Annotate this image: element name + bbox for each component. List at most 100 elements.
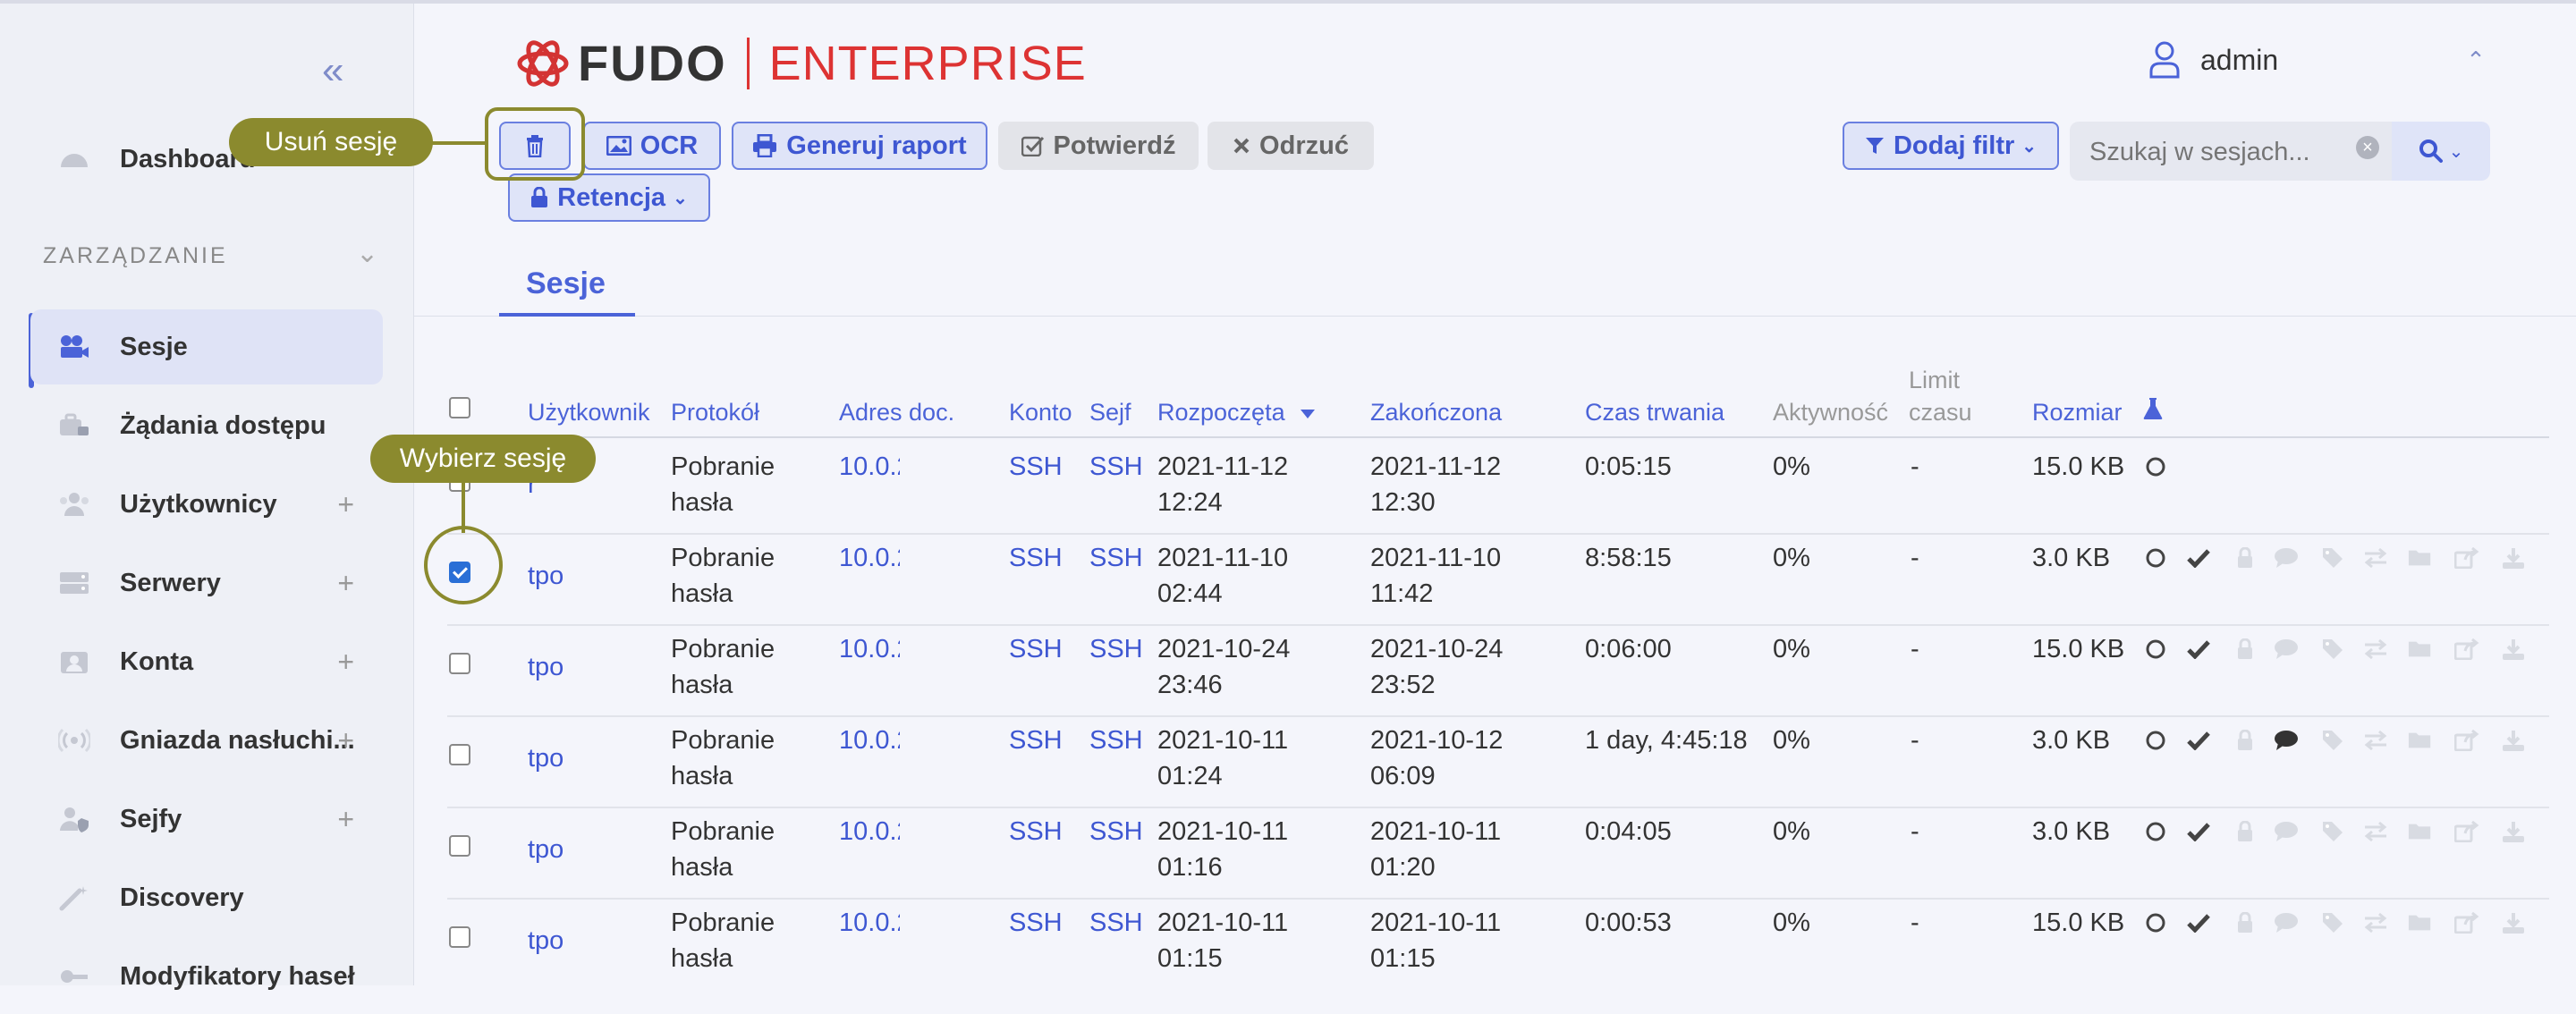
download-icon[interactable] — [2501, 819, 2526, 844]
row-user[interactable]: tpo — [528, 649, 564, 685]
sidebar-item-sessions[interactable]: Sesje — [30, 309, 383, 384]
exchange-icon[interactable] — [2363, 910, 2388, 935]
column-started[interactable]: Rozpoczęta — [1157, 399, 1316, 427]
check-icon[interactable] — [2186, 910, 2211, 935]
ocr-button[interactable]: OCR — [583, 122, 721, 170]
tag-icon[interactable] — [2320, 637, 2345, 662]
check-icon[interactable] — [2186, 728, 2211, 753]
row-account[interactable]: SSH — [1009, 631, 1063, 667]
tag-icon[interactable] — [2320, 728, 2345, 753]
comment-icon[interactable] — [2274, 819, 2299, 844]
exchange-icon[interactable] — [2363, 545, 2388, 570]
add-safe-button[interactable]: + — [337, 803, 354, 836]
column-ended[interactable]: Zakończona — [1370, 399, 1502, 427]
row-address[interactable]: 10.0.2 — [839, 905, 900, 941]
clear-search-icon[interactable]: × — [2356, 136, 2379, 159]
sidebar-item-accounts[interactable]: Konta + — [30, 624, 383, 699]
add-account-button[interactable]: + — [337, 646, 354, 679]
row-safe[interactable]: SSH — [1089, 540, 1143, 576]
row-account[interactable]: SSH — [1009, 540, 1063, 576]
row-address[interactable]: 10.0.2 — [839, 631, 900, 667]
row-user[interactable]: tpo — [528, 832, 564, 867]
lock-icon[interactable] — [2233, 728, 2258, 753]
column-address[interactable]: Adres doc. — [839, 399, 954, 427]
row-select-checkbox[interactable] — [449, 744, 470, 765]
tag-icon[interactable] — [2320, 819, 2345, 844]
row-address[interactable]: 10.0.2 — [839, 722, 900, 758]
share-icon[interactable] — [2454, 819, 2479, 844]
lock-icon[interactable] — [2233, 545, 2258, 570]
row-safe[interactable]: SSH — [1089, 814, 1143, 849]
tab-sessions[interactable]: Sesje — [526, 266, 606, 301]
download-icon[interactable] — [2501, 545, 2526, 570]
row-safe[interactable]: SSH — [1089, 905, 1143, 941]
user-menu[interactable]: admin ⌃ — [2148, 41, 2486, 79]
row-address[interactable]: 10.0.2 — [839, 449, 900, 485]
column-account[interactable]: Konto — [1009, 399, 1072, 427]
column-user[interactable]: Użytkownik — [528, 399, 650, 427]
comment-icon[interactable] — [2274, 637, 2299, 662]
add-filter-button[interactable]: Dodaj filtr ⌄ — [1843, 122, 2059, 170]
reject-button[interactable]: Odrzuć — [1208, 122, 1374, 170]
row-user[interactable]: tpo — [528, 923, 564, 959]
row-safe[interactable]: SSH — [1089, 722, 1143, 758]
sidebar-item-safes[interactable]: Sejfy + — [30, 782, 383, 857]
column-protocol[interactable]: Protokół — [671, 399, 759, 427]
lock-icon[interactable] — [2233, 637, 2258, 662]
sidebar-item-servers[interactable]: Serwery + — [30, 545, 383, 621]
collapse-sidebar-icon[interactable]: « — [322, 48, 343, 93]
folder-icon[interactable] — [2408, 910, 2433, 935]
row-account[interactable]: SSH — [1009, 449, 1063, 485]
confirm-button[interactable]: Potwierdź — [998, 122, 1199, 170]
download-icon[interactable] — [2501, 910, 2526, 935]
row-user[interactable]: tpo — [528, 740, 564, 776]
tag-icon[interactable] — [2320, 910, 2345, 935]
folder-icon[interactable] — [2408, 819, 2433, 844]
column-duration[interactable]: Czas trwania — [1585, 399, 1724, 427]
comment-icon[interactable] — [2274, 545, 2299, 570]
select-all-checkbox[interactable] — [449, 397, 470, 418]
share-icon[interactable] — [2454, 545, 2479, 570]
generate-report-button[interactable]: Generuj raport — [732, 122, 987, 170]
row-account[interactable]: SSH — [1009, 814, 1063, 849]
sidebar-item-access-requests[interactable]: Żądania dostępu — [30, 388, 383, 463]
share-icon[interactable] — [2454, 728, 2479, 753]
exchange-icon[interactable] — [2363, 637, 2388, 662]
sidebar-item-password-changers[interactable]: Modyfikatory haseł — [30, 939, 383, 1014]
row-account[interactable]: SSH — [1009, 905, 1063, 941]
row-address[interactable]: 10.0.2 — [839, 814, 900, 849]
lock-icon[interactable] — [2233, 819, 2258, 844]
folder-icon[interactable] — [2408, 637, 2433, 662]
sidebar-item-listeners[interactable]: Gniazda nasłuchi... + — [30, 703, 383, 778]
folder-icon[interactable] — [2408, 545, 2433, 570]
download-icon[interactable] — [2501, 728, 2526, 753]
chevron-up-icon[interactable]: ⌃ — [2466, 46, 2486, 74]
download-icon[interactable] — [2501, 637, 2526, 662]
check-icon[interactable] — [2186, 545, 2211, 570]
row-safe[interactable]: SSH — [1089, 449, 1143, 485]
row-select-checkbox[interactable] — [449, 926, 470, 948]
row-select-checkbox[interactable] — [449, 835, 470, 857]
exchange-icon[interactable] — [2363, 728, 2388, 753]
lock-icon[interactable] — [2233, 910, 2258, 935]
column-size[interactable]: Rozmiar — [2032, 399, 2123, 427]
search-input[interactable] — [2088, 134, 2333, 170]
search-button[interactable]: ⌄ — [2392, 122, 2490, 181]
add-listener-button[interactable]: + — [337, 724, 354, 757]
sidebar-item-users[interactable]: Użytkownicy + — [30, 467, 383, 542]
row-user[interactable]: tpo — [528, 558, 564, 594]
column-safe[interactable]: Sejf — [1089, 399, 1131, 427]
exchange-icon[interactable] — [2363, 819, 2388, 844]
flask-icon[interactable] — [2143, 397, 2163, 427]
share-icon[interactable] — [2454, 910, 2479, 935]
tag-icon[interactable] — [2320, 545, 2345, 570]
chevron-down-icon[interactable]: ⌄ — [356, 238, 378, 269]
check-icon[interactable] — [2186, 819, 2211, 844]
sidebar-item-discovery[interactable]: Discovery — [30, 860, 383, 935]
add-server-button[interactable]: + — [337, 567, 354, 600]
folder-icon[interactable] — [2408, 728, 2433, 753]
add-user-button[interactable]: + — [337, 488, 354, 521]
retention-button[interactable]: Retencja ⌄ — [508, 173, 710, 222]
comment-icon[interactable] — [2274, 910, 2299, 935]
row-select-checkbox[interactable] — [449, 653, 470, 674]
